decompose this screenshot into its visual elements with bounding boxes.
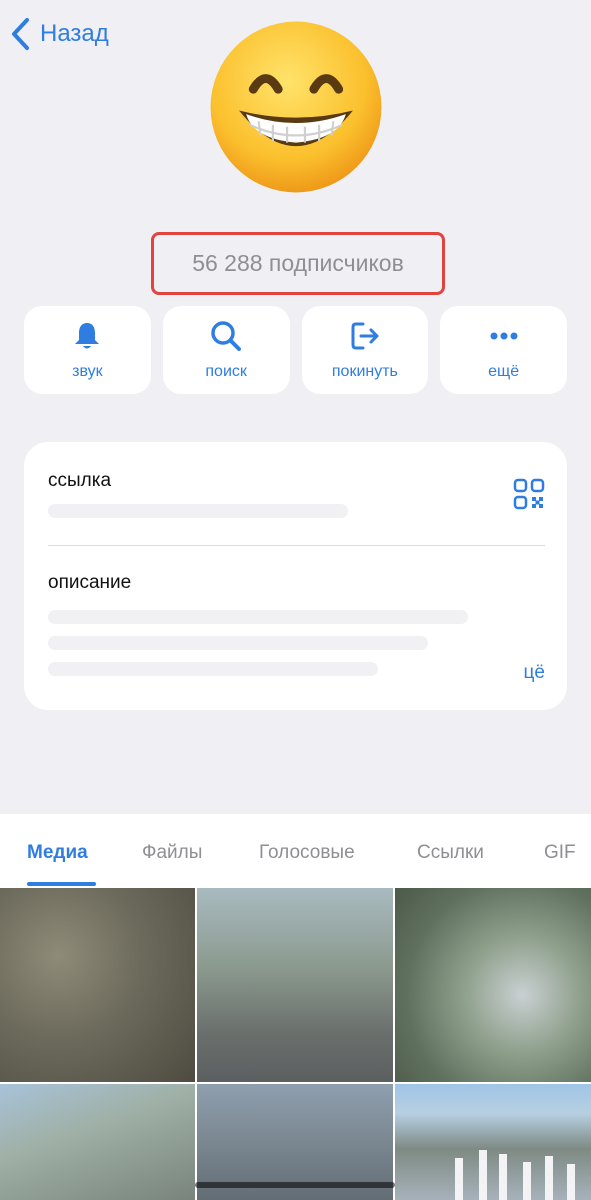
action-buttons: звук поиск покинуть ещё	[24, 306, 567, 394]
bell-icon	[75, 323, 100, 349]
more-button[interactable]: ещё	[440, 306, 567, 394]
media-thumbnail[interactable]	[395, 1084, 591, 1200]
media-thumbnail[interactable]	[0, 1084, 195, 1200]
description-more-link[interactable]: цё	[524, 662, 545, 684]
qr-code-icon[interactable]	[513, 478, 545, 510]
description-label: описание	[48, 572, 132, 593]
back-label: Назад	[40, 20, 109, 47]
leave-icon	[351, 322, 379, 350]
tab-gif[interactable]: GIF	[544, 842, 576, 864]
tab-links[interactable]: Ссылки	[417, 842, 484, 864]
description-text-blurred	[48, 662, 378, 676]
thumbnail-detail	[455, 1158, 463, 1200]
tab-voice[interactable]: Голосовые	[259, 842, 355, 864]
leave-button[interactable]: покинуть	[301, 306, 429, 394]
tab-files[interactable]: Файлы	[142, 842, 202, 864]
back-button[interactable]: Назад	[10, 14, 109, 54]
leave-label: покинуть	[331, 363, 398, 380]
more-label: ещё	[488, 363, 520, 380]
grinning-face-icon	[210, 21, 382, 193]
media-thumbnail[interactable]	[395, 888, 591, 1082]
description-text-blurred	[48, 610, 468, 624]
more-dots-icon	[490, 332, 518, 340]
media-tabs: Медиа Файлы Голосовые Ссылки GIF	[0, 814, 591, 888]
channel-avatar[interactable]	[207, 18, 385, 196]
media-thumbnail[interactable]	[197, 888, 393, 1082]
link-label: ссылка	[48, 470, 112, 491]
thumbnail-detail	[523, 1162, 531, 1200]
subscriber-count: 56 288 подписчиков	[151, 232, 445, 295]
thumbnail-detail	[545, 1156, 553, 1200]
chevron-left-icon	[12, 18, 29, 50]
media-thumbnail[interactable]	[0, 888, 195, 1082]
search-icon	[211, 321, 242, 351]
tab-media[interactable]: Медиа	[27, 842, 88, 864]
mute-button[interactable]: звук	[24, 306, 151, 394]
mute-label: звук	[72, 363, 103, 380]
active-tab-indicator	[27, 882, 96, 886]
thumbnail-detail	[499, 1154, 507, 1200]
home-indicator[interactable]	[195, 1182, 395, 1188]
thumbnail-detail	[479, 1150, 487, 1200]
search-button[interactable]: поиск	[162, 306, 290, 394]
media-grid	[0, 888, 591, 1200]
thumbnail-detail	[567, 1164, 575, 1200]
link-value-blurred[interactable]	[48, 504, 348, 518]
search-label: поиск	[205, 363, 247, 380]
channel-info-card: ссылка описание цё	[24, 442, 567, 710]
description-text-blurred	[48, 636, 428, 650]
info-divider	[48, 545, 545, 546]
